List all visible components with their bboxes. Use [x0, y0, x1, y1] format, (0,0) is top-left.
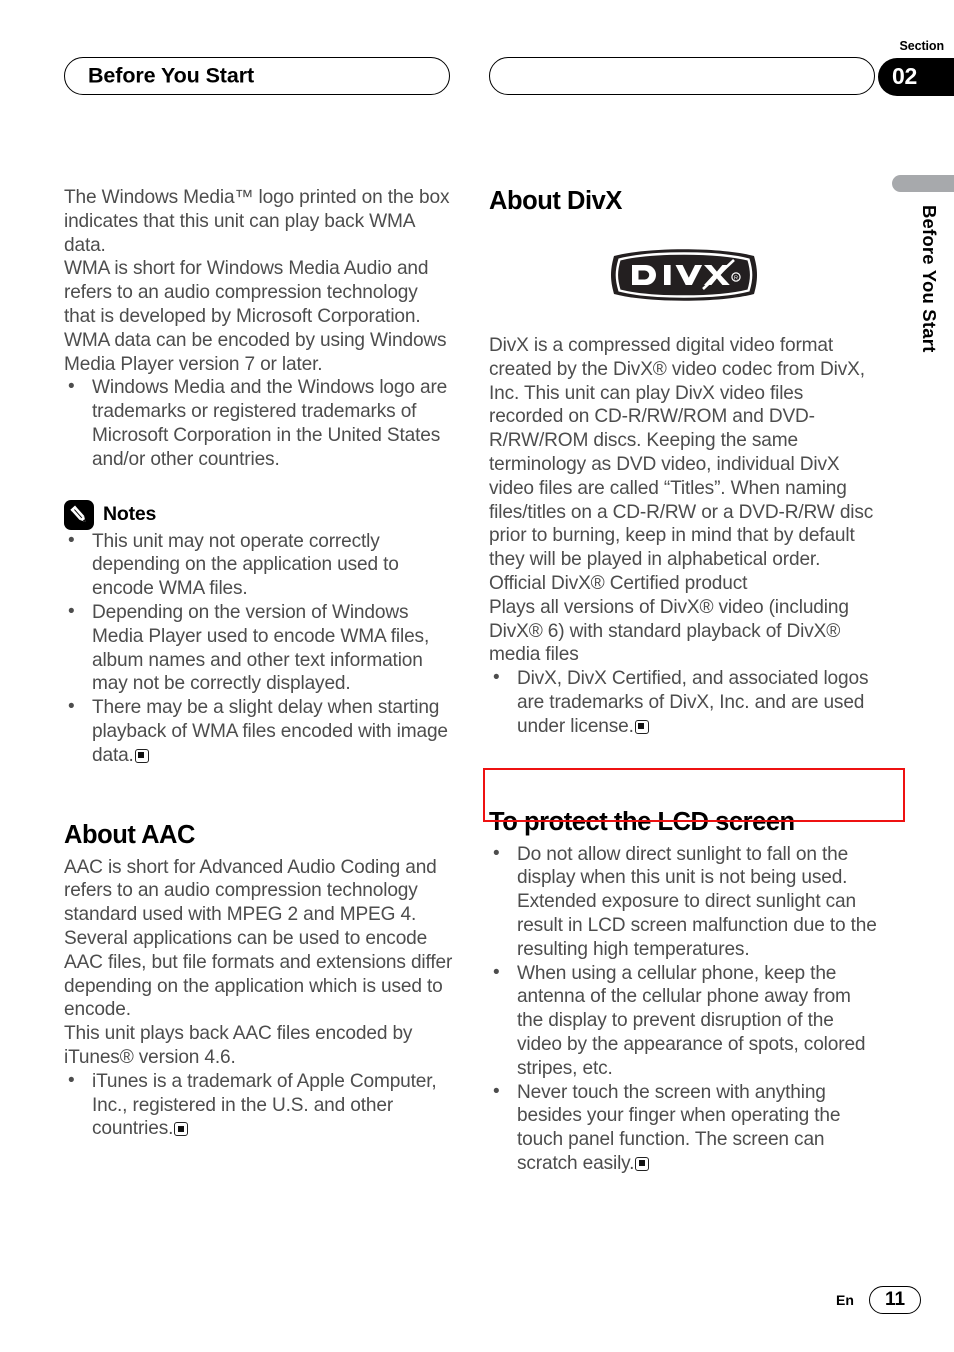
- list-item-text: Never touch the screen with anything bes…: [517, 1081, 841, 1174]
- divx-paragraph-1: DivX is a compressed digital video forma…: [489, 335, 874, 571]
- left-column: The Windows Media™ logo printed on the b…: [64, 186, 453, 1141]
- wma-intro-paragraph-1: The Windows Media™ logo printed on the b…: [64, 187, 450, 256]
- aac-bullet-list: iTunes is a trademark of Apple Computer,…: [64, 1069, 453, 1141]
- end-of-section-marker-icon: [134, 748, 149, 763]
- list-item: When using a cellular phone, keep the an…: [489, 961, 878, 1081]
- list-item: There may be a slight delay when startin…: [64, 695, 453, 767]
- section-word-label: Section: [899, 39, 945, 53]
- notes-header: Notes: [64, 499, 453, 530]
- list-item-text: DivX, DivX Certified, and associated log…: [517, 668, 869, 737]
- side-thumb-marker: [892, 175, 954, 192]
- lcd-bullet-list: Do not allow direct sunlight to fall on …: [489, 842, 878, 1176]
- notes-label: Notes: [103, 503, 157, 526]
- list-item: Never touch the screen with anything bes…: [489, 1080, 878, 1176]
- divx-logo: R: [610, 249, 757, 301]
- list-item: iTunes is a trademark of Apple Computer,…: [64, 1069, 453, 1141]
- list-item: Windows Media and the Windows logo are t…: [64, 375, 453, 471]
- header-tab-right: [489, 57, 875, 95]
- page-title-about-divx: About DivX: [489, 187, 622, 215]
- svg-text:R: R: [733, 276, 737, 282]
- wma-intro-paragraph-2: WMA is short for Windows Media Audio and…: [64, 258, 447, 375]
- divx-logo-container: R: [489, 244, 878, 306]
- end-of-section-marker-icon: [635, 1156, 650, 1171]
- red-highlight-box[interactable]: [483, 768, 905, 822]
- end-of-section-marker-icon: [174, 1122, 189, 1137]
- notes-list: This unit may not operate correctly depe…: [64, 529, 453, 768]
- footer-page-number: 11: [869, 1286, 921, 1314]
- list-item: Depending on the version of Windows Medi…: [64, 600, 453, 696]
- header-tab-left: Before You Start: [64, 57, 450, 95]
- aac-paragraph-2: This unit plays back AAC files encoded b…: [64, 1023, 413, 1068]
- list-item: Do not allow direct sunlight to fall on …: [489, 842, 878, 962]
- manual-page: Before You Start Section 02 Before You S…: [0, 0, 954, 1352]
- divx-paragraph-2: Official DivX® Certified product: [489, 572, 748, 594]
- end-of-section-marker-icon: [634, 719, 649, 734]
- section-number-badge: 02: [878, 58, 954, 96]
- right-column: About DivX R DivX is a compressed digita…: [489, 186, 878, 1176]
- pencil-icon: [64, 499, 94, 530]
- page-title-about-aac: About AAC: [64, 820, 195, 849]
- divx-bullet-list: DivX, DivX Certified, and associated log…: [489, 666, 878, 738]
- divx-paragraph-3: Plays all versions of DivX® video (inclu…: [489, 596, 849, 666]
- list-item: DivX, DivX Certified, and associated log…: [489, 666, 878, 738]
- section-number-text: 02: [892, 62, 917, 89]
- header-tab-left-label: Before You Start: [88, 63, 255, 88]
- list-item-text: iTunes is a trademark of Apple Computer,…: [92, 1070, 437, 1140]
- aac-paragraph-1: AAC is short for Advanced Audio Coding a…: [64, 856, 453, 1021]
- footer-language-label: En: [836, 1292, 854, 1308]
- side-tab-label: Before You Start: [919, 205, 940, 353]
- wma-intro-bullet-list: Windows Media and the Windows logo are t…: [64, 375, 453, 471]
- list-item: This unit may not operate correctly depe…: [64, 529, 453, 601]
